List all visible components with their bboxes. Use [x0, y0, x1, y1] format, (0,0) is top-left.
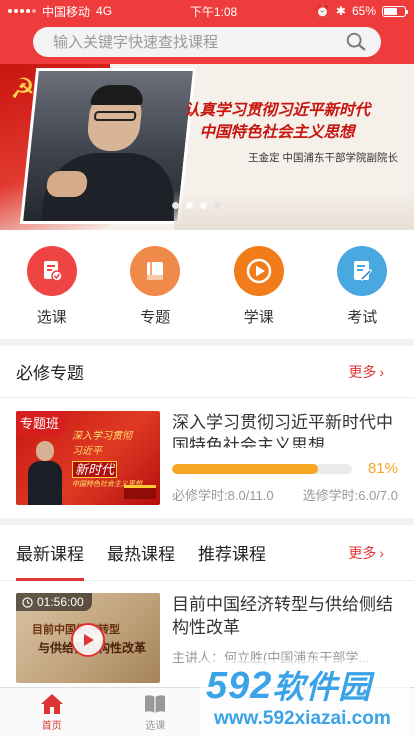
topic-class-badge: 专题班: [16, 411, 66, 435]
duration-badge: 01:56:00: [16, 593, 92, 611]
app-header: 中国移动 4G 下午1:08 ⏰ ✱ 65%: [0, 0, 414, 64]
play-icon: [233, 246, 284, 296]
tab-latest[interactable]: 最新课程: [16, 525, 84, 581]
play-icon[interactable]: [71, 623, 105, 657]
clock-icon: [22, 596, 33, 608]
quick-entry-label: 学课: [243, 309, 274, 326]
thumb-text: 新时代: [72, 461, 118, 478]
bluetooth-icon: ✱: [335, 4, 346, 18]
watermark-url: www.592xiazai.com: [214, 708, 391, 729]
battery-icon: [382, 5, 408, 17]
select-course-icon: [26, 246, 77, 296]
hammer-sickle-icon: ☭: [10, 73, 36, 104]
quick-entry-topic[interactable]: 专题: [115, 246, 195, 327]
slogan-line-1: 认真学习贯彻习近平新时代: [183, 102, 370, 119]
thumb-text: 习近平: [72, 446, 102, 457]
chevron-right-icon: ›: [379, 544, 384, 561]
tab-hottest[interactable]: 最热课程: [107, 525, 175, 581]
progress-fill: [172, 463, 318, 474]
quick-entry-grid: 选课 专题 学课 考试: [0, 230, 414, 339]
status-bar: 中国移动 4G 下午1:08 ⏰ ✱ 65%: [0, 0, 414, 22]
search-input[interactable]: [53, 33, 345, 51]
book-icon: [130, 246, 181, 296]
banner-slogan: 认真学习贯彻习近平新时代 中国特色社会主义思想: [184, 100, 370, 144]
quick-entry-label: 选课: [36, 309, 67, 326]
section-header: 必修专题 更多 ›: [0, 346, 414, 398]
required-topic-card[interactable]: 深入学习贯彻 习近平 新时代 中国特色社会主义思想 专题班 深入学习贯彻习近平新…: [0, 398, 414, 518]
slogan-line-2: 中国特色社会主义思想: [199, 124, 355, 141]
course-tabs: 最新课程 最热课程 推荐课程 更多 ›: [0, 525, 414, 581]
tiananmen-decor: [124, 485, 156, 499]
more-link[interactable]: 更多 ›: [348, 543, 384, 563]
watermark-logo-number: 592: [206, 665, 273, 707]
elective-hours: 选修学时:6.0/7.0: [302, 488, 398, 503]
search-bar[interactable]: [33, 27, 381, 57]
carousel-dot[interactable]: [214, 202, 221, 209]
quick-entry-label: 专题: [140, 309, 171, 326]
home-icon: [40, 693, 63, 714]
course-title: 目前中国经济转型与供给侧结构性改革: [172, 595, 393, 637]
tab-recommended[interactable]: 推荐课程: [198, 525, 266, 581]
banner-carousel[interactable]: ☭ 认真学习贯彻习近平新时代 中国特色社会主义思想 王金定 中国浦东干部学院副院…: [0, 64, 414, 230]
alarm-icon: ⏰: [314, 4, 330, 18]
progress-percent: 81%: [367, 460, 398, 477]
quick-entry-exam[interactable]: 考试: [322, 246, 402, 327]
quick-entry-select-course[interactable]: 选课: [12, 246, 92, 327]
signal-icon: [8, 9, 36, 13]
carrier: 中国移动: [42, 4, 91, 19]
clock: 下午1:08: [189, 4, 238, 19]
watermark-logo: 592软件园: [206, 662, 371, 708]
network-type: 4G: [96, 4, 113, 18]
exam-icon: [337, 246, 388, 296]
topic-thumbnail: 深入学习贯彻 习近平 新时代 中国特色社会主义思想 专题班: [16, 411, 160, 505]
more-link[interactable]: 更多 ›: [348, 362, 384, 382]
site-watermark: 592软件园 www.592xiazai.com: [200, 660, 410, 736]
speaker-photo: [19, 68, 197, 224]
banner-caption: 王金定 中国浦东干部学院副院长: [248, 152, 398, 164]
section-title: 必修专题: [16, 364, 84, 383]
carousel-dot[interactable]: [200, 202, 207, 209]
more-label: 更多: [348, 363, 377, 380]
tabbar-select-course[interactable]: 选课: [104, 688, 208, 736]
battery-percent: 65%: [351, 4, 376, 18]
carousel-dot[interactable]: [186, 202, 193, 209]
skyline-decor: [174, 190, 414, 230]
chevron-right-icon: ›: [379, 363, 384, 380]
tabbar-label: 首页: [41, 720, 62, 732]
duration-text: 01:56:00: [37, 595, 84, 609]
required-hours: 必修学时:8.0/11.0: [172, 488, 274, 503]
topic-title: 深入学习贯彻习近平新时代中国特色社会主义思想: [172, 413, 393, 448]
tabbar-label: 选课: [145, 720, 166, 732]
quick-entry-study[interactable]: 学课: [219, 246, 299, 327]
quick-entry-label: 考试: [347, 309, 378, 326]
progress-bar: [172, 463, 352, 474]
search-icon[interactable]: [345, 31, 367, 53]
tabbar-home[interactable]: 首页: [0, 688, 104, 736]
more-label: 更多: [348, 544, 377, 561]
required-topics-section: 必修专题 更多 › 深入学习贯彻 习近平 新时代 中国特色社会主义思想 专题班 深…: [0, 346, 414, 518]
thumb-text: 深入学习贯彻: [72, 431, 132, 442]
carousel-dot[interactable]: [172, 202, 179, 209]
carousel-dots[interactable]: [172, 202, 221, 209]
course-thumbnail: 目前中国经济转型 与供给侧结构性改革 01:56:00: [16, 593, 160, 683]
book-open-icon: [145, 694, 166, 713]
watermark-logo-cn: 软件园: [272, 669, 372, 705]
